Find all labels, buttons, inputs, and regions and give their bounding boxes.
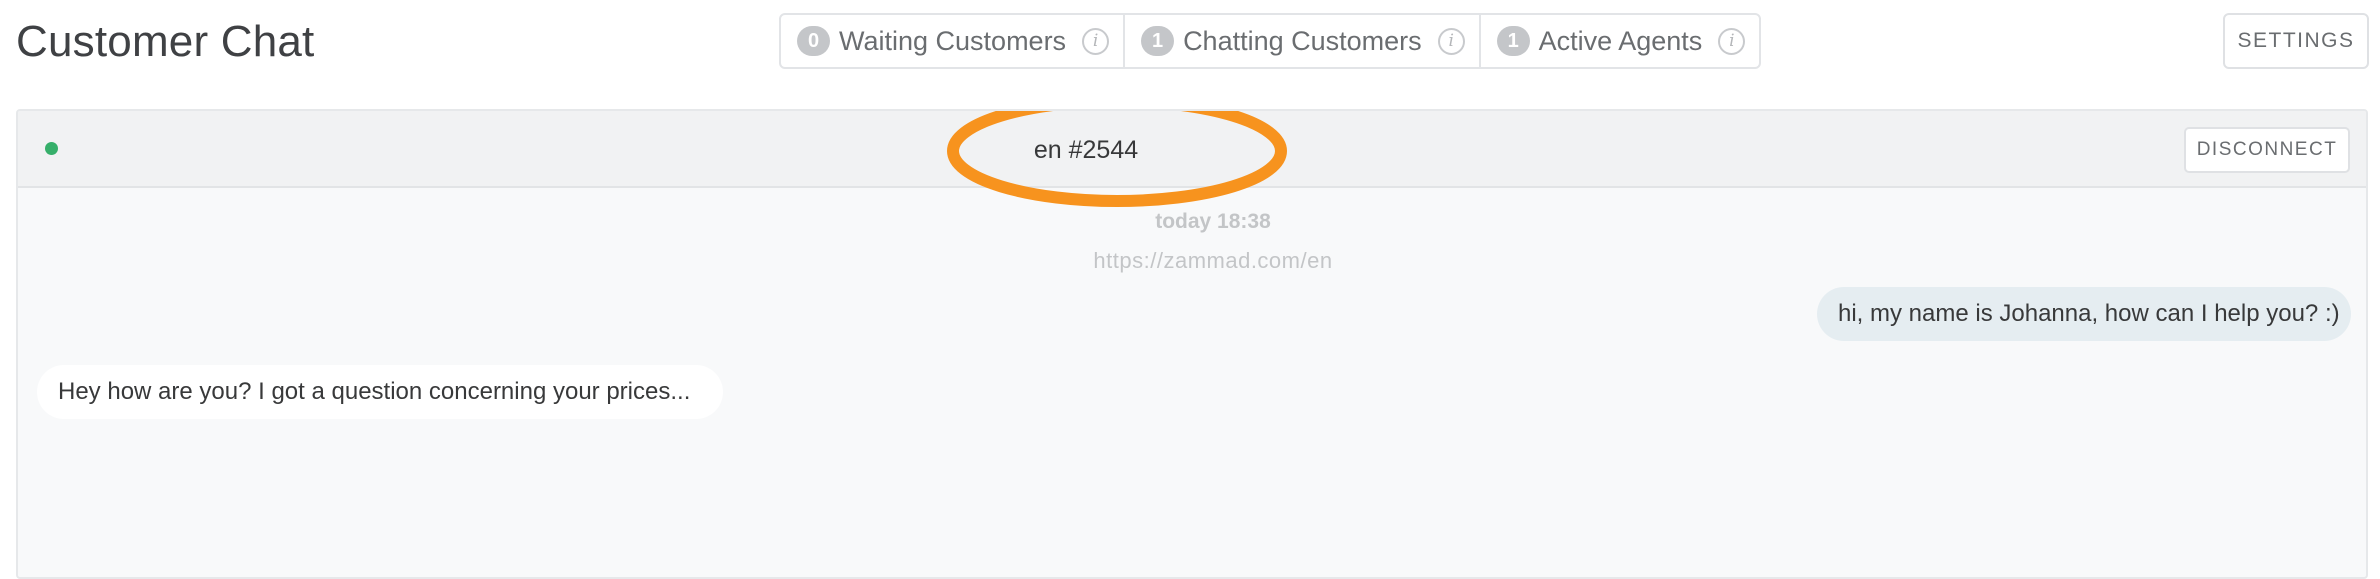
chat-counters: 0 Waiting Customers i 1 Chatting Custome…	[779, 13, 1762, 69]
chat-source-url: https://zammad.com/en	[18, 248, 2366, 274]
agent-message: hi, my name is Johanna, how can I help y…	[1817, 287, 2351, 341]
source-url-text[interactable]: https://zammad.com/en	[1093, 248, 1332, 273]
waiting-customers-label: Waiting Customers	[839, 25, 1067, 56]
timestamp-text: today 18:38	[1155, 210, 1271, 233]
agent-message-text: hi, my name is Johanna, how can I help y…	[1838, 300, 2340, 327]
settings-button[interactable]: SETTINGS	[2223, 13, 2369, 69]
active-agents-count-badge: 1	[1496, 26, 1530, 56]
chatting-customers-label: Chatting Customers	[1183, 25, 1422, 56]
counter-waiting-customers[interactable]: 0 Waiting Customers i	[781, 15, 1126, 67]
info-icon[interactable]: i	[1437, 27, 1465, 55]
info-icon[interactable]: i	[1718, 27, 1746, 55]
active-agents-label: Active Agents	[1538, 25, 1703, 56]
page-title: Customer Chat	[16, 17, 315, 66]
info-icon[interactable]: i	[1082, 27, 1110, 55]
status-online-indicator	[45, 142, 58, 155]
counter-chatting-customers[interactable]: 1 Chatting Customers i	[1125, 15, 1481, 67]
chat-window: en #2544 DISCONNECT today 18:38 https://…	[16, 109, 2368, 579]
chat-header: en #2544 DISCONNECT	[18, 111, 2366, 207]
chat-title: en #2544	[1033, 136, 1139, 164]
disconnect-button[interactable]: DISCONNECT	[2184, 127, 2350, 173]
customer-message: Hey how are you? I got a question concer…	[37, 365, 723, 419]
chat-timestamp: today 18:38	[18, 210, 2366, 234]
counter-active-agents[interactable]: 1 Active Agents i	[1481, 15, 1760, 67]
customer-message-text: Hey how are you? I got a question concer…	[58, 378, 691, 405]
waiting-count-badge: 0	[797, 26, 830, 56]
chatting-count-badge: 1	[1141, 26, 1175, 56]
